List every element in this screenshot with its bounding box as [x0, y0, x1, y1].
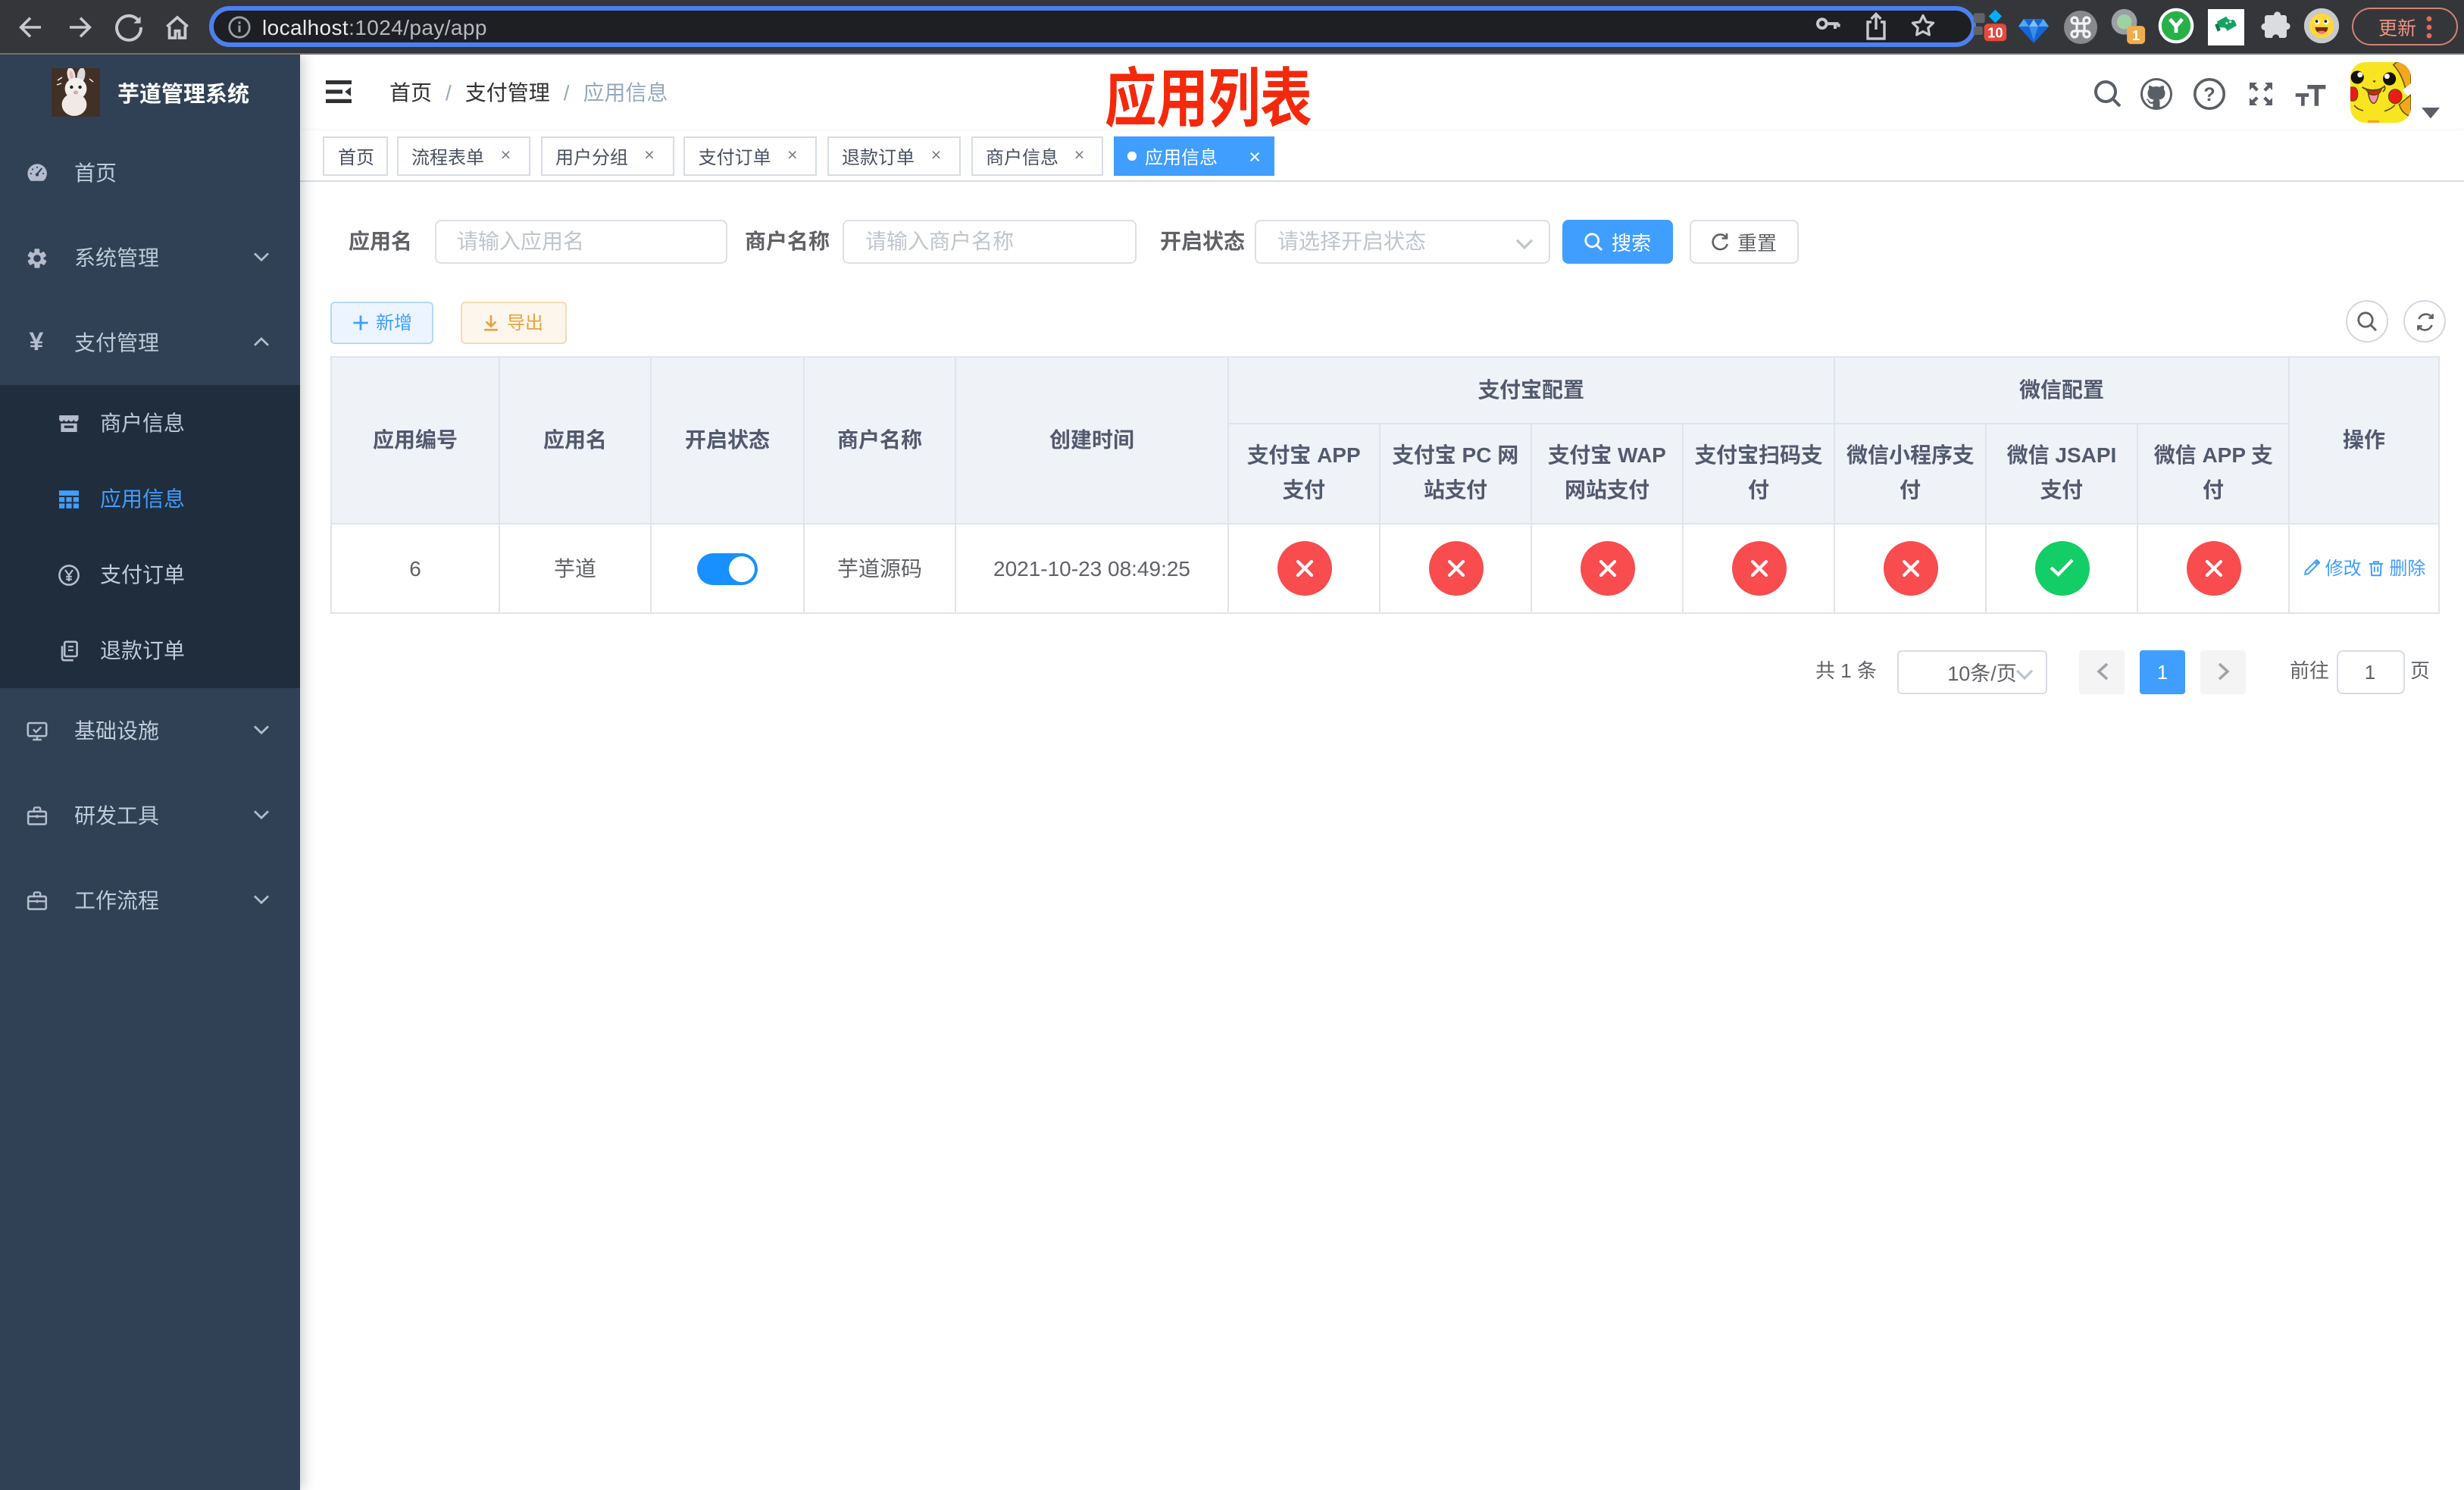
svg-text:?: ?	[2203, 84, 2215, 105]
svg-text:1: 1	[2132, 27, 2140, 42]
svg-text:10: 10	[1987, 25, 2003, 41]
